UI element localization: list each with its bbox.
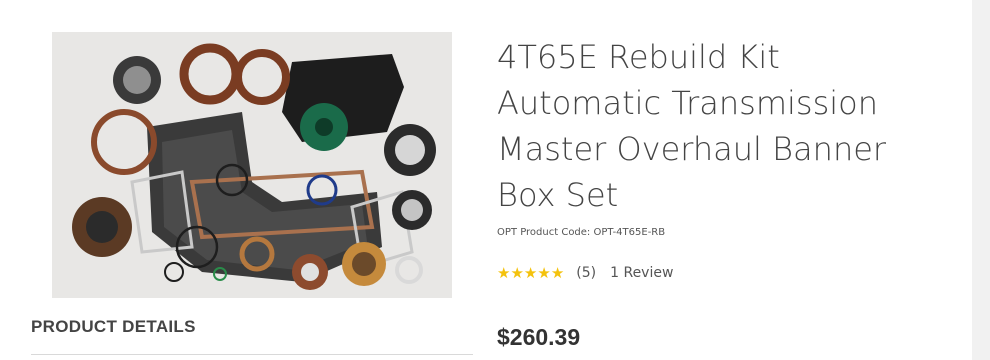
rating-count: (5) [576, 265, 597, 281]
rating-row: ★ ★ ★ ★ ★ (5) 1 Review [497, 263, 673, 283]
product-image[interactable] [52, 32, 452, 298]
product-code: OPT Product Code: OPT-4T65E-RB [497, 227, 665, 238]
details-divider [31, 354, 473, 355]
product-details-heading[interactable]: PRODUCT DETAILS [31, 317, 196, 337]
star-icon: ★ [510, 263, 524, 282]
star-icon: ★ [497, 263, 511, 282]
star-icon: ★ [523, 263, 538, 282]
product-code-value: OPT-4T65E-RB [593, 227, 666, 238]
star-icon: ★ [550, 263, 565, 282]
product-code-label: OPT Product Code: [497, 227, 594, 238]
star-icon: ★ [537, 263, 551, 282]
transmission-kit-photo-icon [52, 32, 452, 298]
product-title: 4T65E Rebuild Kit Automatic Transmission… [497, 38, 887, 214]
page-scrollbar[interactable] [972, 0, 990, 360]
reviews-link[interactable]: 1 Review [610, 265, 673, 281]
product-price: $260.39 [497, 324, 581, 350]
star-rating: ★ ★ ★ ★ ★ [497, 263, 565, 282]
